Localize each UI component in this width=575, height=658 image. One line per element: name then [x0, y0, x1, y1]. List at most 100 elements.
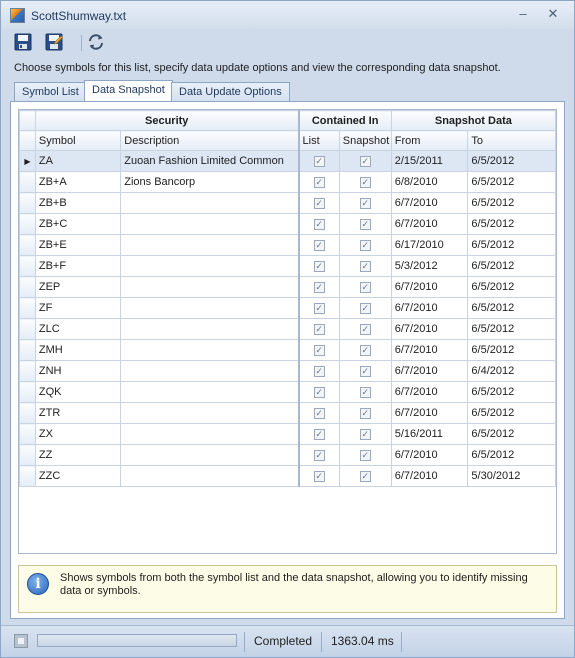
save-button[interactable] — [14, 33, 36, 53]
snapshot-checkbox[interactable]: ✓ — [359, 386, 371, 398]
table-row[interactable]: ZB+C ✓ ✓ 6/7/2010 6/5/2012 — [19, 213, 556, 235]
cell-symbol: ZQK — [34, 381, 122, 403]
list-checkbox[interactable]: ✓ — [313, 218, 325, 230]
cell-symbol: ZB+F — [34, 255, 122, 277]
snapshot-checkbox[interactable]: ✓ — [359, 449, 371, 461]
column-header-symbol[interactable]: Symbol — [34, 130, 122, 151]
list-checkbox[interactable]: ✓ — [313, 428, 325, 440]
list-checkbox[interactable]: ✓ — [313, 281, 325, 293]
row-selector[interactable] — [19, 213, 36, 235]
row-selector[interactable] — [19, 444, 36, 466]
list-checkbox[interactable]: ✓ — [313, 155, 325, 167]
close-button[interactable]: ✕ — [544, 7, 562, 23]
data-snapshot-grid[interactable]: Security Contained In Snapshot Data Symb… — [18, 109, 557, 554]
snapshot-checkbox[interactable]: ✓ — [359, 365, 371, 377]
row-selector[interactable] — [19, 339, 36, 361]
table-row[interactable]: ▶ ZA Zuoan Fashion Limited Common ✓ ✓ 2/15/20… — [19, 150, 556, 172]
list-checkbox[interactable]: ✓ — [313, 302, 325, 314]
row-selector[interactable] — [19, 276, 36, 298]
save-as-icon — [45, 33, 63, 51]
snapshot-checkbox[interactable]: ✓ — [359, 344, 371, 356]
column-header-snapshot[interactable]: Snapshot — [338, 130, 392, 151]
progress-bar — [37, 634, 237, 647]
cell-description — [120, 276, 300, 298]
list-checkbox[interactable]: ✓ — [313, 386, 325, 398]
snapshot-checkbox[interactable]: ✓ — [359, 218, 371, 230]
row-selector[interactable] — [19, 171, 36, 193]
row-selector[interactable] — [19, 255, 36, 277]
minimize-button[interactable]: – — [514, 7, 532, 23]
cell-snapshot: ✓ — [338, 213, 392, 235]
table-row[interactable]: ZB+F ✓ ✓ 5/3/2012 6/5/2012 — [19, 255, 556, 277]
refresh-button[interactable] — [87, 33, 109, 53]
snapshot-checkbox[interactable]: ✓ — [359, 302, 371, 314]
column-header-to[interactable]: To — [467, 130, 556, 151]
table-row[interactable]: ZZC ✓ ✓ 6/7/2010 5/30/2012 — [19, 465, 556, 487]
table-row[interactable]: ZEP ✓ ✓ 6/7/2010 6/5/2012 — [19, 276, 556, 298]
table-row[interactable]: ZZ ✓ ✓ 6/7/2010 6/5/2012 — [19, 444, 556, 466]
row-selector[interactable] — [19, 360, 36, 382]
list-checkbox[interactable]: ✓ — [313, 239, 325, 251]
table-row[interactable]: ZNH ✓ ✓ 6/7/2010 6/4/2012 — [19, 360, 556, 382]
snapshot-checkbox[interactable]: ✓ — [359, 407, 371, 419]
cell-list: ✓ — [298, 444, 340, 466]
table-row[interactable]: ZX ✓ ✓ 5/16/2011 6/5/2012 — [19, 423, 556, 445]
list-checkbox[interactable]: ✓ — [313, 260, 325, 272]
row-selector[interactable]: ▶ — [19, 150, 36, 172]
list-checkbox[interactable]: ✓ — [313, 197, 325, 209]
list-checkbox[interactable]: ✓ — [313, 176, 325, 188]
list-checkbox[interactable]: ✓ — [313, 470, 325, 482]
cell-list: ✓ — [298, 213, 340, 235]
snapshot-checkbox[interactable]: ✓ — [359, 281, 371, 293]
snapshot-checkbox[interactable]: ✓ — [359, 323, 371, 335]
table-row[interactable]: ZB+A Zions Bancorp ✓ ✓ 6/8/2010 6/5/2012 — [19, 171, 556, 193]
header-corner — [19, 110, 36, 131]
column-header-from[interactable]: From — [390, 130, 469, 151]
list-checkbox[interactable]: ✓ — [313, 365, 325, 377]
table-row[interactable]: ZF ✓ ✓ 6/7/2010 6/5/2012 — [19, 297, 556, 319]
cell-description: Zions Bancorp — [120, 171, 300, 193]
cell-description: Zuoan Fashion Limited Common — [120, 150, 300, 172]
cell-snapshot: ✓ — [338, 171, 392, 193]
row-selector[interactable] — [19, 297, 36, 319]
cell-to: 6/5/2012 — [467, 318, 556, 340]
list-checkbox[interactable]: ✓ — [313, 323, 325, 335]
stop-button[interactable] — [14, 634, 28, 648]
table-row[interactable]: ZB+E ✓ ✓ 6/17/2010 6/5/2012 — [19, 234, 556, 256]
snapshot-checkbox[interactable]: ✓ — [359, 260, 371, 272]
tab-symbol-list[interactable]: Symbol List — [14, 82, 87, 102]
row-selector[interactable] — [19, 192, 36, 214]
snapshot-checkbox[interactable]: ✓ — [359, 197, 371, 209]
row-selector[interactable] — [19, 234, 36, 256]
save-as-button[interactable] — [45, 33, 67, 53]
table-row[interactable]: ZQK ✓ ✓ 6/7/2010 6/5/2012 — [19, 381, 556, 403]
list-checkbox[interactable]: ✓ — [313, 344, 325, 356]
cell-list: ✓ — [298, 402, 340, 424]
row-selector[interactable] — [19, 465, 36, 487]
table-row[interactable]: ZLC ✓ ✓ 6/7/2010 6/5/2012 — [19, 318, 556, 340]
snapshot-checkbox[interactable]: ✓ — [359, 155, 371, 167]
cell-snapshot: ✓ — [338, 297, 392, 319]
table-row[interactable]: ZTR ✓ ✓ 6/7/2010 6/5/2012 — [19, 402, 556, 424]
column-header-description[interactable]: Description — [120, 130, 300, 151]
column-header-list[interactable]: List — [298, 130, 340, 151]
tab-panel: Security Contained In Snapshot Data Symb… — [10, 101, 565, 619]
cell-symbol: ZA — [34, 150, 122, 172]
list-checkbox[interactable]: ✓ — [313, 449, 325, 461]
tab-data-snapshot[interactable]: Data Snapshot — [84, 80, 173, 102]
cell-list: ✓ — [298, 276, 340, 298]
snapshot-checkbox[interactable]: ✓ — [359, 428, 371, 440]
snapshot-checkbox[interactable]: ✓ — [359, 239, 371, 251]
table-row[interactable]: ZB+B ✓ ✓ 6/7/2010 6/5/2012 — [19, 192, 556, 214]
row-selector[interactable] — [19, 318, 36, 340]
status-state: Completed — [254, 634, 313, 648]
tab-data-update-options[interactable]: Data Update Options — [171, 82, 290, 102]
cell-to: 6/5/2012 — [467, 444, 556, 466]
snapshot-checkbox[interactable]: ✓ — [359, 176, 371, 188]
row-selector[interactable] — [19, 402, 36, 424]
snapshot-checkbox[interactable]: ✓ — [359, 470, 371, 482]
row-selector[interactable] — [19, 381, 36, 403]
list-checkbox[interactable]: ✓ — [313, 407, 325, 419]
row-selector[interactable] — [19, 423, 36, 445]
table-row[interactable]: ZMH ✓ ✓ 6/7/2010 6/5/2012 — [19, 339, 556, 361]
